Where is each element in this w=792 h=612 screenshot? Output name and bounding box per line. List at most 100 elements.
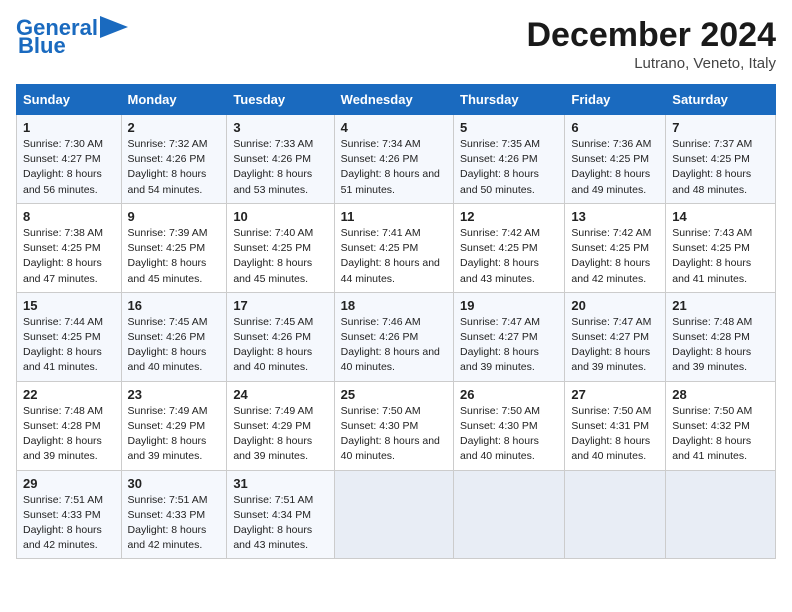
calendar-week-row: 1 Sunrise: 7:30 AMSunset: 4:27 PMDaylight… [17, 115, 776, 204]
calendar-cell: 17 Sunrise: 7:45 AMSunset: 4:26 PMDayligh… [227, 292, 334, 381]
day-number: 9 [128, 209, 221, 224]
cell-info: Sunrise: 7:42 AMSunset: 4:25 PMDaylight:… [571, 227, 651, 285]
day-number: 25 [341, 387, 447, 402]
calendar-table: SundayMondayTuesdayWednesdayThursdayFrid… [16, 84, 776, 559]
day-number: 18 [341, 298, 447, 313]
calendar-cell: 9 Sunrise: 7:39 AMSunset: 4:25 PMDaylight… [121, 203, 227, 292]
day-number: 16 [128, 298, 221, 313]
cell-info: Sunrise: 7:35 AMSunset: 4:26 PMDaylight:… [460, 138, 540, 196]
calendar-cell: 4Sunrise: 7:34 AMSunset: 4:26 PMDaylight… [334, 115, 453, 204]
calendar-cell: 3 Sunrise: 7:33 AMSunset: 4:26 PMDaylight… [227, 115, 334, 204]
day-number: 17 [233, 298, 327, 313]
logo: General Blue [16, 16, 128, 58]
cell-info: Sunrise: 7:50 AMSunset: 4:31 PMDaylight:… [571, 405, 651, 463]
calendar-header-row: SundayMondayTuesdayWednesdayThursdayFrid… [17, 85, 776, 115]
cell-info: Sunrise: 7:48 AMSunset: 4:28 PMDaylight:… [23, 405, 103, 463]
day-number: 5 [460, 120, 558, 135]
day-number: 24 [233, 387, 327, 402]
calendar-week-row: 22 Sunrise: 7:48 AMSunset: 4:28 PMDayligh… [17, 381, 776, 470]
day-number: 14 [672, 209, 769, 224]
page-header: General Blue December 2024 Lutrano, Vene… [16, 16, 776, 72]
calendar-cell [454, 470, 565, 559]
day-number: 13 [571, 209, 659, 224]
day-number: 8 [23, 209, 115, 224]
calendar-cell: 30 Sunrise: 7:51 AMSunset: 4:33 PMDayligh… [121, 470, 227, 559]
cell-info: Sunrise: 7:46 AMSunset: 4:26 PMDaylight:… [341, 316, 440, 374]
day-number: 26 [460, 387, 558, 402]
calendar-cell: 15 Sunrise: 7:44 AMSunset: 4:25 PMDayligh… [17, 292, 122, 381]
col-header-monday: Monday [121, 85, 227, 115]
day-number: 6 [571, 120, 659, 135]
calendar-cell: 25Sunrise: 7:50 AMSunset: 4:30 PMDayligh… [334, 381, 453, 470]
cell-info: Sunrise: 7:33 AMSunset: 4:26 PMDaylight:… [233, 138, 313, 196]
cell-info: Sunrise: 7:48 AMSunset: 4:28 PMDaylight:… [672, 316, 752, 374]
calendar-cell: 5 Sunrise: 7:35 AMSunset: 4:26 PMDaylight… [454, 115, 565, 204]
col-header-saturday: Saturday [666, 85, 776, 115]
cell-info: Sunrise: 7:47 AMSunset: 4:27 PMDaylight:… [571, 316, 651, 374]
day-number: 27 [571, 387, 659, 402]
calendar-cell: 29 Sunrise: 7:51 AMSunset: 4:33 PMDayligh… [17, 470, 122, 559]
cell-info: Sunrise: 7:47 AMSunset: 4:27 PMDaylight:… [460, 316, 540, 374]
title-block: December 2024 Lutrano, Veneto, Italy [526, 16, 776, 72]
day-number: 2 [128, 120, 221, 135]
calendar-week-row: 15 Sunrise: 7:44 AMSunset: 4:25 PMDayligh… [17, 292, 776, 381]
calendar-cell: 14 Sunrise: 7:43 AMSunset: 4:25 PMDayligh… [666, 203, 776, 292]
cell-info: Sunrise: 7:45 AMSunset: 4:26 PMDaylight:… [233, 316, 313, 374]
day-number: 7 [672, 120, 769, 135]
cell-info: Sunrise: 7:40 AMSunset: 4:25 PMDaylight:… [233, 227, 313, 285]
calendar-cell: 10 Sunrise: 7:40 AMSunset: 4:25 PMDayligh… [227, 203, 334, 292]
calendar-cell: 2 Sunrise: 7:32 AMSunset: 4:26 PMDaylight… [121, 115, 227, 204]
main-title: December 2024 [526, 16, 776, 55]
day-number: 31 [233, 476, 327, 491]
calendar-cell: 7Sunrise: 7:37 AMSunset: 4:25 PMDaylight… [666, 115, 776, 204]
calendar-cell [666, 470, 776, 559]
cell-info: Sunrise: 7:51 AMSunset: 4:33 PMDaylight:… [23, 494, 103, 552]
cell-info: Sunrise: 7:42 AMSunset: 4:25 PMDaylight:… [460, 227, 540, 285]
day-number: 4 [341, 120, 447, 135]
cell-info: Sunrise: 7:39 AMSunset: 4:25 PMDaylight:… [128, 227, 208, 285]
calendar-cell: 24 Sunrise: 7:49 AMSunset: 4:29 PMDayligh… [227, 381, 334, 470]
calendar-cell: 1 Sunrise: 7:30 AMSunset: 4:27 PMDaylight… [17, 115, 122, 204]
calendar-cell: 12 Sunrise: 7:42 AMSunset: 4:25 PMDayligh… [454, 203, 565, 292]
day-number: 19 [460, 298, 558, 313]
cell-info: Sunrise: 7:38 AMSunset: 4:25 PMDaylight:… [23, 227, 103, 285]
day-number: 22 [23, 387, 115, 402]
calendar-cell: 22 Sunrise: 7:48 AMSunset: 4:28 PMDayligh… [17, 381, 122, 470]
subtitle: Lutrano, Veneto, Italy [526, 55, 776, 72]
cell-info: Sunrise: 7:49 AMSunset: 4:29 PMDaylight:… [233, 405, 313, 463]
day-number: 3 [233, 120, 327, 135]
day-number: 30 [128, 476, 221, 491]
calendar-cell [334, 470, 453, 559]
calendar-cell: 6 Sunrise: 7:36 AMSunset: 4:25 PMDaylight… [565, 115, 666, 204]
day-number: 1 [23, 120, 115, 135]
cell-info: Sunrise: 7:51 AMSunset: 4:33 PMDaylight:… [128, 494, 208, 552]
calendar-cell: 13 Sunrise: 7:42 AMSunset: 4:25 PMDayligh… [565, 203, 666, 292]
day-number: 15 [23, 298, 115, 313]
cell-info: Sunrise: 7:51 AMSunset: 4:34 PMDaylight:… [233, 494, 313, 552]
calendar-cell: 23Sunrise: 7:49 AMSunset: 4:29 PMDayligh… [121, 381, 227, 470]
day-number: 12 [460, 209, 558, 224]
calendar-cell: 11 Sunrise: 7:41 AMSunset: 4:25 PMDayligh… [334, 203, 453, 292]
cell-info: Sunrise: 7:50 AMSunset: 4:32 PMDaylight:… [672, 405, 752, 463]
day-number: 20 [571, 298, 659, 313]
cell-info: Sunrise: 7:41 AMSunset: 4:25 PMDaylight:… [341, 227, 440, 285]
cell-info: Sunrise: 7:36 AMSunset: 4:25 PMDaylight:… [571, 138, 651, 196]
logo-blue-text: Blue [18, 34, 66, 58]
calendar-week-row: 29 Sunrise: 7:51 AMSunset: 4:33 PMDayligh… [17, 470, 776, 559]
logo-arrow-icon [100, 16, 128, 38]
cell-info: Sunrise: 7:50 AMSunset: 4:30 PMDaylight:… [460, 405, 540, 463]
calendar-cell: 18 Sunrise: 7:46 AMSunset: 4:26 PMDayligh… [334, 292, 453, 381]
cell-info: Sunrise: 7:30 AMSunset: 4:27 PMDaylight:… [23, 138, 103, 196]
day-number: 11 [341, 209, 447, 224]
day-number: 10 [233, 209, 327, 224]
cell-info: Sunrise: 7:43 AMSunset: 4:25 PMDaylight:… [672, 227, 752, 285]
cell-info: Sunrise: 7:32 AMSunset: 4:26 PMDaylight:… [128, 138, 208, 196]
cell-info: Sunrise: 7:44 AMSunset: 4:25 PMDaylight:… [23, 316, 103, 374]
day-number: 29 [23, 476, 115, 491]
day-number: 21 [672, 298, 769, 313]
col-header-sunday: Sunday [17, 85, 122, 115]
calendar-cell: 28 Sunrise: 7:50 AMSunset: 4:32 PMDayligh… [666, 381, 776, 470]
calendar-cell: 27 Sunrise: 7:50 AMSunset: 4:31 PMDayligh… [565, 381, 666, 470]
day-number: 28 [672, 387, 769, 402]
col-header-thursday: Thursday [454, 85, 565, 115]
